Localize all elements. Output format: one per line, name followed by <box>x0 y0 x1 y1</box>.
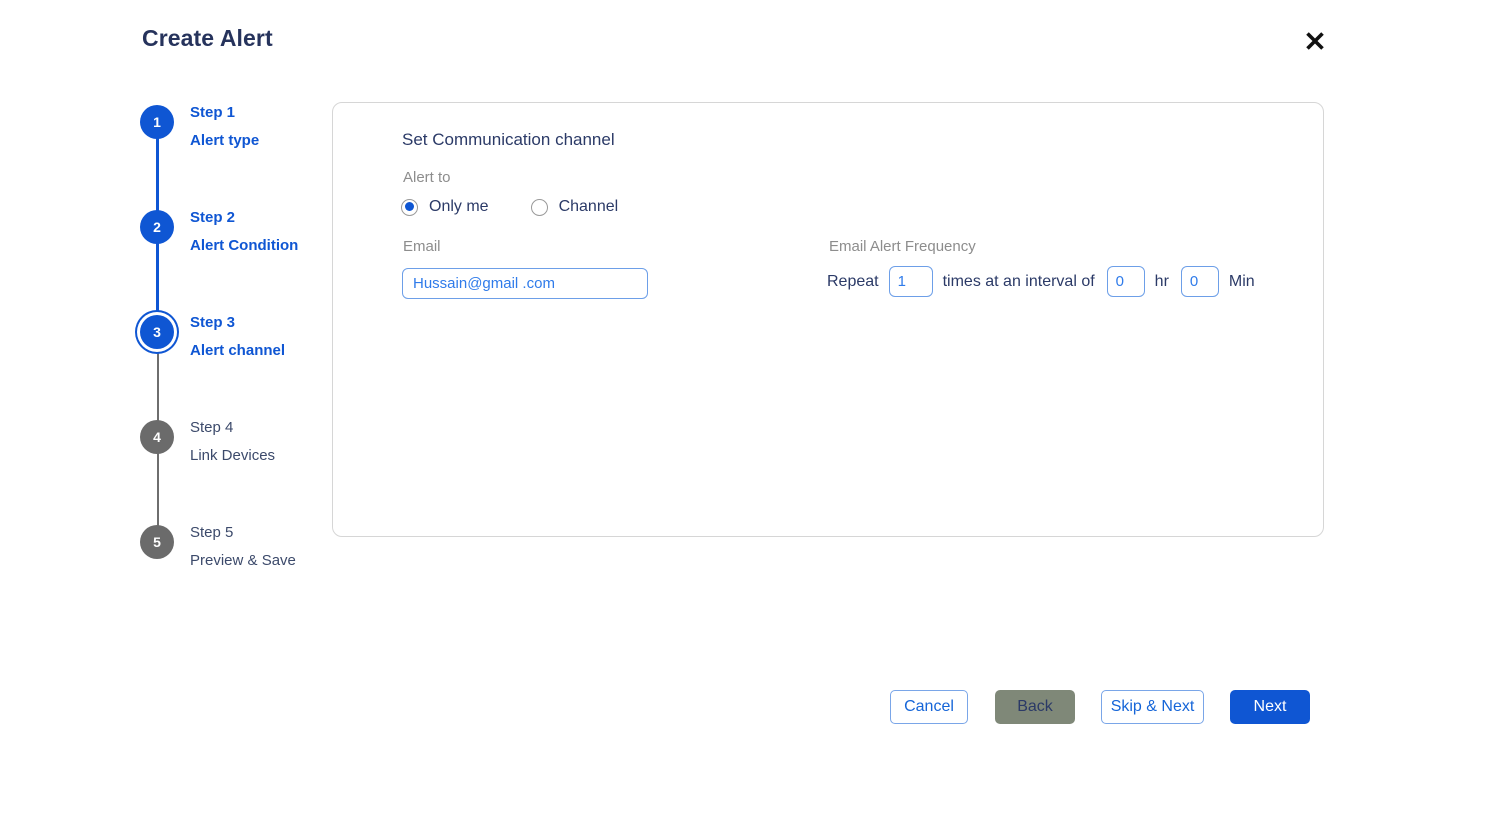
footer-actions: Cancel Back Skip & Next Next <box>890 690 1310 724</box>
step-circle-1: 1 <box>140 105 174 139</box>
radio-label-channel: Channel <box>558 198 619 215</box>
interval-middle-label: times at an interval of <box>942 272 1095 290</box>
step-circle-4: 4 <box>140 420 174 454</box>
panel-heading: Set Communication channel <box>402 130 615 149</box>
step-circle-3: 3 <box>140 315 174 349</box>
page-title: Create Alert <box>142 25 273 51</box>
interval-hours-unit-label: hr <box>1154 272 1169 290</box>
email-input[interactable] <box>402 268 648 299</box>
stepper-item-step-1[interactable]: 1 Step 1 Alert type <box>140 104 330 228</box>
alert-to-label: Alert to <box>403 169 451 186</box>
email-alert-frequency-label: Email Alert Frequency <box>829 238 976 255</box>
stepper-item-step-3[interactable]: 3 Step 3 Alert channel <box>140 314 330 438</box>
repeat-count-input[interactable] <box>888 266 933 297</box>
radio-option-only-me[interactable]: Only me <box>401 198 489 216</box>
repeat-prefix-label: Repeat <box>827 272 879 290</box>
stepper-item-step-4[interactable]: 4 Step 4 Link Devices <box>140 419 330 543</box>
interval-minutes-input[interactable] <box>1180 266 1219 297</box>
radio-label-only-me: Only me <box>429 198 489 215</box>
stepper-item-step-2[interactable]: 2 Step 2 Alert Condition <box>140 209 330 333</box>
radio-icon-only-me <box>401 198 418 216</box>
email-alert-frequency-row: Repeat times at an interval of hr Min <box>827 266 1255 297</box>
interval-hours-input[interactable] <box>1106 266 1145 297</box>
next-button[interactable]: Next <box>1230 690 1310 724</box>
content-panel: Set Communication channel Alert to Only … <box>332 102 1324 537</box>
close-button[interactable] <box>1298 24 1332 58</box>
back-button[interactable]: Back <box>995 690 1075 724</box>
step-circle-5: 5 <box>140 525 174 559</box>
stepper: 1 Step 1 Alert type 2 Step 2 Alert Condi… <box>140 104 330 585</box>
email-label: Email <box>403 238 441 255</box>
step-5-subtitle: Preview & Save <box>190 552 296 569</box>
cancel-button[interactable]: Cancel <box>890 690 968 724</box>
alert-to-radio-group: Only me Channel <box>401 198 660 216</box>
skip-and-next-button[interactable]: Skip & Next <box>1101 690 1204 724</box>
radio-icon-channel <box>530 198 548 216</box>
radio-option-channel[interactable]: Channel <box>530 198 619 216</box>
step-circle-2: 2 <box>140 210 174 244</box>
close-x-icon <box>1304 30 1326 52</box>
stepper-item-step-5[interactable]: 5 Step 5 Preview & Save <box>140 524 330 585</box>
interval-minutes-unit-label: Min <box>1228 272 1255 290</box>
